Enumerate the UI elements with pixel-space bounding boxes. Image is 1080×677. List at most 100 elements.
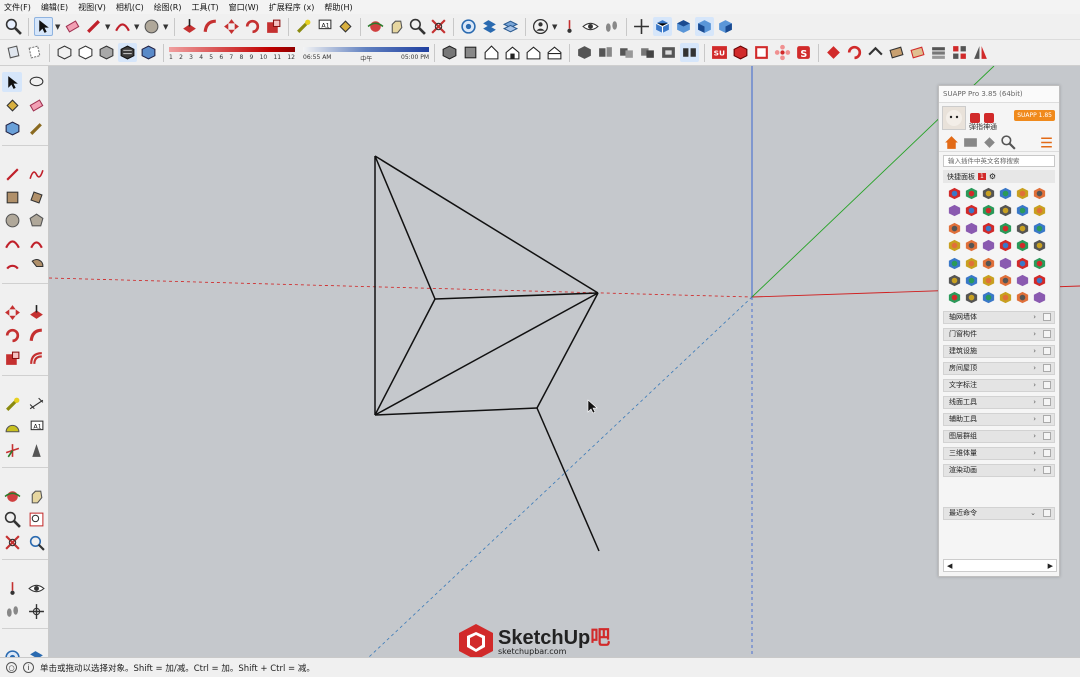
orbit-icon[interactable] [366,17,385,36]
plugin-tool-icon[interactable] [1032,221,1047,236]
scale-icon[interactable] [264,17,283,36]
plugin-tool-icon[interactable] [998,256,1013,271]
plugin-tool-icon[interactable] [947,273,962,288]
plugin-tool-icon[interactable] [1015,256,1030,271]
plugin-tool-icon[interactable] [1032,290,1047,305]
shadow-time-slider[interactable]: 06:55 AM 中午 05:00 PM [303,42,429,64]
edge[interactable] [374,407,538,416]
plugin-tool-icon[interactable] [981,238,996,253]
expand-icon[interactable] [1043,398,1051,407]
position-camera-icon[interactable] [560,17,579,36]
previous-view-icon[interactable] [26,532,46,552]
recent-commands[interactable]: 最近命令 ⌄ [943,506,1055,520]
home-tab-icon[interactable] [943,135,960,149]
move-icon[interactable] [2,302,22,322]
plugin-tool-icon[interactable] [947,256,962,271]
shaded-icon[interactable] [97,43,116,62]
plugin-tool-icon[interactable] [981,186,996,201]
xray-style-icon[interactable] [4,43,23,62]
scroll-right-icon[interactable]: ▶ [1048,562,1053,570]
edge-tool-icon[interactable] [866,43,885,62]
shadow-month-slider[interactable]: 1 2 3 4 5 6 7 8 9 10 11 12 [169,42,295,64]
scene-canvas[interactable] [49,66,1080,657]
expand-icon[interactable] [1043,347,1051,356]
follow-me-icon[interactable] [26,325,46,345]
eraser-icon[interactable] [26,95,46,115]
walk-icon[interactable] [602,17,621,36]
polygon-icon[interactable] [26,210,46,230]
expand-icon[interactable] [1043,432,1051,441]
group-icon[interactable] [596,43,615,62]
select-arrow-icon[interactable] [34,17,53,36]
edge[interactable] [374,155,599,294]
menu-draw[interactable]: 绘图(R) [154,2,182,13]
version-badge[interactable]: SUAPP 1.85 [1014,110,1055,121]
menu-edit[interactable]: 编辑(E) [41,2,68,13]
face-tool-icon[interactable] [887,43,906,62]
edge[interactable] [374,298,436,416]
offset-icon[interactable] [26,348,46,368]
3d-text-icon[interactable] [26,440,46,460]
move-icon[interactable] [222,17,241,36]
gear-icon[interactable]: ⚙ [989,172,996,181]
position-camera-icon[interactable] [2,578,22,598]
rotate-icon[interactable] [243,17,262,36]
dropdown-arrow-icon[interactable]: ▼ [134,23,140,31]
zoom-magnifier-icon[interactable] [408,17,427,36]
back-view-house-icon[interactable] [524,43,543,62]
suapp-search-input[interactable]: 输入插件中英文名称搜索 [943,155,1055,167]
plugin-tool-icon[interactable] [964,273,979,288]
pencil-icon[interactable] [26,118,46,138]
array-tool-icon[interactable] [950,43,969,62]
mirror-tool-icon[interactable] [971,43,990,62]
plugin-tool-icon[interactable] [981,221,996,236]
view-right-icon[interactable] [716,17,735,36]
plugin-tool-icon[interactable] [1015,273,1030,288]
menu-tab-icon[interactable] [1038,135,1055,149]
plugin-tool-icon[interactable] [1015,290,1030,305]
suapp-scrollbar[interactable]: ◀ ▶ [943,559,1057,572]
plugin-tool-icon[interactable] [947,186,962,201]
back-edges-icon[interactable] [25,43,44,62]
plugin-category[interactable]: 线面工具 › [943,395,1055,409]
suapp-tool-b-icon[interactable] [752,43,771,62]
plugin-category[interactable]: 渲染动画 › [943,463,1055,477]
account-icon[interactable] [531,17,550,36]
plugin-category[interactable]: 房间屋顶 › [943,361,1055,375]
menu-help[interactable]: 帮助(H) [324,2,352,13]
axes-tool-icon[interactable] [2,440,22,460]
plugin-tool-icon[interactable] [998,290,1013,305]
plugin-category[interactable]: 建筑设施 › [943,344,1055,358]
suapp-s-icon[interactable]: S [794,43,813,62]
plugin-tool-icon[interactable] [964,221,979,236]
edge[interactable] [536,407,600,552]
dropdown-arrow-icon[interactable]: ▼ [552,23,558,31]
plugin-tool-icon[interactable] [964,290,979,305]
look-around-icon[interactable] [26,578,46,598]
expand-icon[interactable] [1043,415,1051,424]
plugin-tool-icon[interactable] [947,221,962,236]
orbit-icon[interactable] [2,486,22,506]
two-point-arc-icon[interactable] [26,233,46,253]
quick-panel-header[interactable]: 快捷面板 1 ⚙ [943,170,1055,183]
top-view-icon[interactable] [461,43,480,62]
circle-icon[interactable] [2,210,22,230]
menu-window[interactable]: 窗口(W) [229,2,259,13]
model-viewport[interactable]: SketchUp吧 sketchupbar.com [49,66,1080,657]
plugin-tool-icon[interactable] [998,186,1013,201]
model-edges[interactable] [374,155,600,552]
expand-icon[interactable] [1043,509,1051,518]
edge[interactable] [434,292,599,300]
walk-icon[interactable] [2,601,22,621]
expand-icon[interactable] [1043,466,1051,475]
follow-me-icon[interactable] [201,17,220,36]
plugin-tool-icon[interactable] [947,203,962,218]
solid-split-icon[interactable] [680,43,699,62]
expand-icon[interactable] [1043,449,1051,458]
reload-tool-icon[interactable] [845,43,864,62]
plugin-tool-icon[interactable] [1032,203,1047,218]
plugin-tool-icon[interactable] [998,203,1013,218]
geo-location-icon[interactable]: ○ [6,662,17,673]
line-icon[interactable] [2,164,22,184]
suapp-logo-icon[interactable]: SU [710,43,729,62]
